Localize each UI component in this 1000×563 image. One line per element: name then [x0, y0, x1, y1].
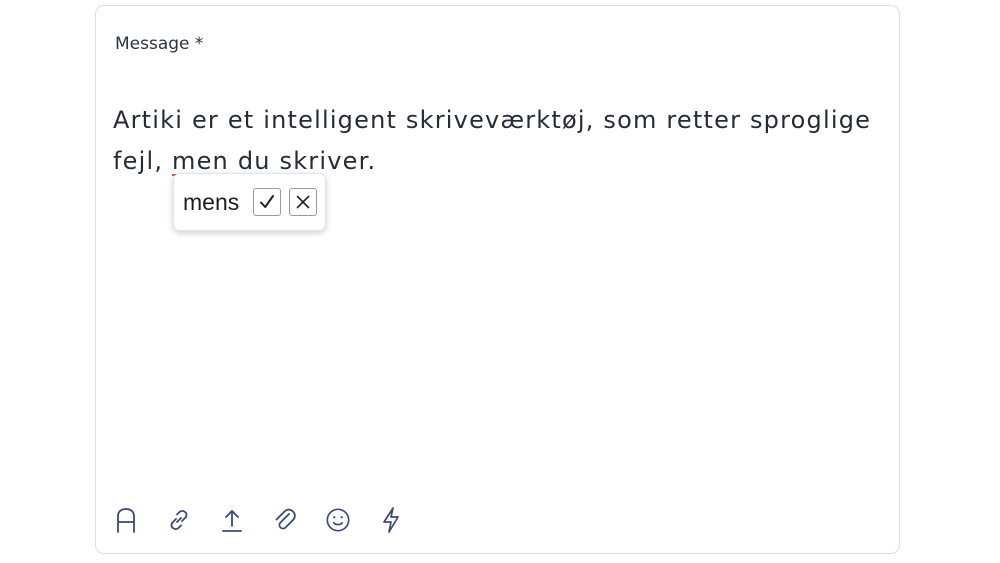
- upload-icon: [222, 510, 242, 532]
- reject-suggestion-button[interactable]: [289, 188, 318, 216]
- emoji-icon: [326, 508, 350, 532]
- suggestion-popup: mens: [173, 173, 327, 231]
- attachment-icon: [275, 508, 296, 530]
- editor-toolbar: [113, 506, 404, 534]
- lightning-icon: [383, 507, 399, 533]
- accept-suggestion-button[interactable]: [253, 188, 282, 216]
- suggestion-word[interactable]: mens: [183, 189, 239, 216]
- checkmark-icon: [260, 195, 275, 208]
- message-text-after: du skriver.: [228, 147, 377, 175]
- upload-button[interactable]: [219, 506, 245, 534]
- link-icon: [170, 509, 188, 531]
- message-label: Message *: [115, 34, 204, 54]
- emoji-button[interactable]: [325, 506, 351, 534]
- quick-actions-button[interactable]: [378, 506, 404, 534]
- close-icon: [296, 195, 310, 209]
- message-input[interactable]: Artiki er et intelligent skriveværktøj, …: [113, 100, 893, 182]
- insert-link-button[interactable]: [166, 506, 192, 534]
- flagged-word[interactable]: men: [172, 147, 229, 175]
- attach-file-button[interactable]: [272, 506, 298, 534]
- text-format-button[interactable]: [113, 506, 139, 534]
- message-card: Message * Artiki er et intelligent skriv…: [95, 5, 900, 554]
- text-format-icon: [117, 508, 135, 533]
